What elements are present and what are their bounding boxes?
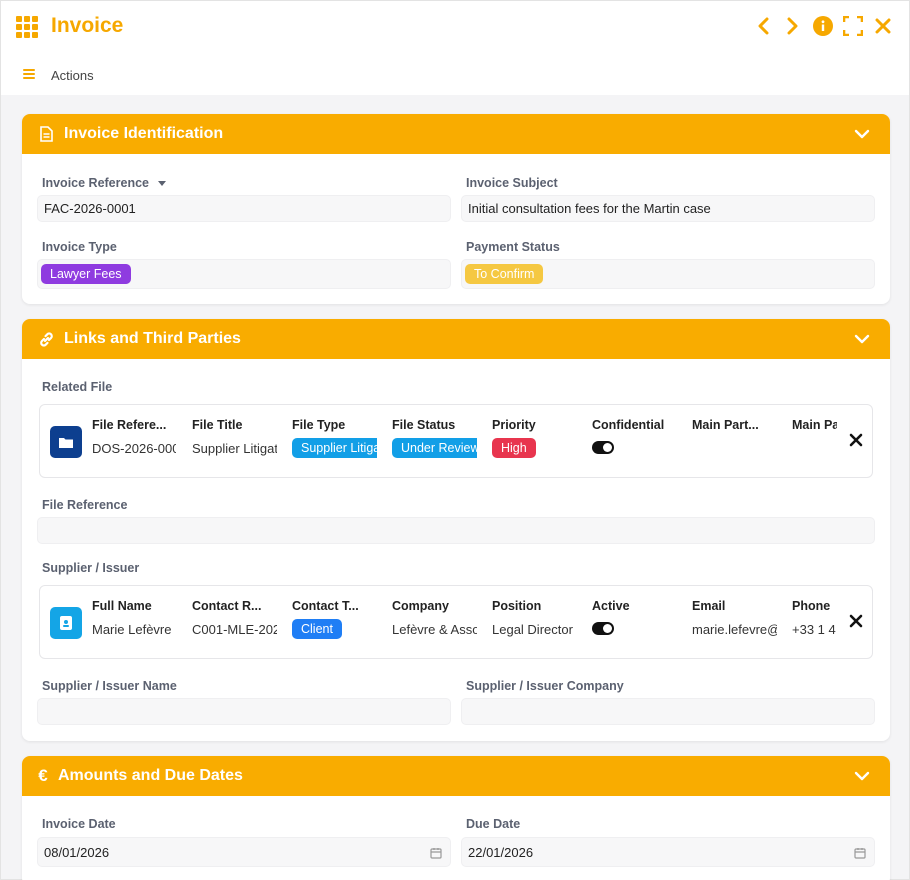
payment-status-field[interactable]: To Confirm (461, 259, 875, 289)
euro-icon: € (38, 766, 48, 785)
apps-grid-icon[interactable] (16, 16, 40, 38)
caret-down-icon[interactable] (158, 181, 167, 187)
confidential-column: Confidential (592, 418, 677, 457)
chevron-down-icon[interactable] (854, 331, 870, 347)
folder-icon (50, 426, 82, 458)
contact-card-icon (50, 607, 82, 639)
chevron-down-icon[interactable] (854, 768, 870, 784)
supplier-company-field[interactable] (461, 698, 875, 725)
window-title: Invoice (51, 14, 124, 37)
section-header[interactable]: Links and Third Parties (22, 319, 890, 359)
title-bar: Invoice (1, 1, 909, 53)
invoice-type-field[interactable]: Lawyer Fees (37, 259, 451, 289)
company-column: Company Lefèvre & Associés (392, 599, 477, 637)
file-status-column: File Status Under Review (392, 418, 477, 458)
payment-status-tag: To Confirm (465, 264, 544, 284)
payment-status-label: Payment Status (466, 240, 560, 254)
invoice-subject-label: Invoice Subject (466, 176, 558, 190)
invoice-reference-field[interactable]: FAC-2026-0001 (37, 195, 451, 222)
remove-icon[interactable] (848, 613, 864, 629)
phone-column: Phone +33 1 4 (792, 599, 836, 637)
invoice-window: Invoice Actions Invoice Identification I… (0, 0, 910, 880)
calendar-icon[interactable] (430, 847, 442, 859)
invoice-date-value: 08/01/2026 (44, 845, 110, 860)
contact-ref-column: Contact R... C001-MLE-2026 (192, 599, 277, 637)
contact-type-tag: Client (292, 619, 342, 639)
invoice-date-label: Invoice Date (42, 817, 116, 831)
due-date-field[interactable]: 22/01/2026 (461, 837, 875, 867)
calendar-icon[interactable] (854, 847, 866, 859)
chevron-down-icon[interactable] (854, 126, 870, 142)
document-icon (36, 124, 56, 144)
section-title: Links and Third Parties (64, 330, 241, 347)
invoice-subject-field[interactable]: Initial consultation fees for the Martin… (461, 195, 875, 222)
related-file-record[interactable]: File Refere... DOS-2026-0001 File Title … (39, 404, 873, 478)
action-bar: Actions (1, 53, 909, 95)
email-column: Email marie.lefevre@ (692, 599, 777, 637)
related-file-label: Related File (42, 380, 113, 394)
chevron-left-icon[interactable] (753, 15, 773, 37)
chevron-right-icon[interactable] (783, 15, 803, 37)
due-date-label: Due Date (466, 817, 521, 831)
section-title: Amounts and Due Dates (58, 767, 243, 784)
remove-icon[interactable] (848, 432, 864, 448)
invoice-date-field[interactable]: 08/01/2026 (37, 837, 451, 867)
file-status-tag: Under Review (392, 438, 477, 458)
info-icon[interactable] (813, 15, 833, 37)
position-column: Position Legal Director (492, 599, 573, 637)
supplier-name-field[interactable] (37, 698, 451, 725)
section-invoice-identification: Invoice Identification Invoice Reference… (22, 114, 890, 304)
supplier-name-label: Supplier / Issuer Name (42, 679, 177, 693)
due-date-value: 22/01/2026 (468, 845, 534, 860)
supplier-label: Supplier / Issuer (42, 561, 140, 575)
file-type-tag: Supplier Litigation (292, 438, 377, 458)
confidential-toggle[interactable] (592, 441, 614, 454)
file-type-column: File Type Supplier Litigation (292, 418, 377, 458)
invoice-reference-label: Invoice Reference (42, 176, 167, 190)
main-party-2-column: Main Pa (792, 418, 837, 432)
active-column: Active (592, 599, 677, 638)
file-title-column: File Title Supplier Litigation (192, 418, 277, 456)
link-icon (36, 329, 56, 349)
priority-tag: High (492, 438, 536, 458)
active-toggle[interactable] (592, 622, 614, 635)
priority-column: Priority High (492, 418, 577, 458)
supplier-company-label: Supplier / Issuer Company (466, 679, 624, 693)
section-amounts-due-dates: € Amounts and Due Dates Invoice Date 08/… (22, 756, 890, 880)
section-links-third-parties: Links and Third Parties Related File Fil… (22, 319, 890, 741)
file-reference-column: File Refere... DOS-2026-0001 (92, 418, 176, 456)
file-reference-label: File Reference (42, 498, 128, 512)
section-header[interactable]: € Amounts and Due Dates (22, 756, 890, 796)
file-reference-field[interactable] (37, 517, 875, 544)
section-title: Invoice Identification (64, 125, 224, 142)
main-party-column: Main Part... (692, 418, 759, 432)
actions-menu-label[interactable]: Actions (51, 68, 94, 83)
section-header[interactable]: Invoice Identification (22, 114, 890, 154)
fullscreen-icon[interactable] (843, 15, 863, 37)
full-name-column: Full Name Marie Lefèvre (92, 599, 172, 637)
window-controls (753, 15, 893, 37)
supplier-record[interactable]: Full Name Marie Lefèvre Contact R... C00… (39, 585, 873, 659)
invoice-type-tag: Lawyer Fees (41, 264, 131, 284)
menu-icon[interactable] (23, 69, 35, 79)
close-icon[interactable] (873, 15, 893, 37)
invoice-type-label: Invoice Type (42, 240, 117, 254)
contact-type-column: Contact T... Client (292, 599, 377, 639)
